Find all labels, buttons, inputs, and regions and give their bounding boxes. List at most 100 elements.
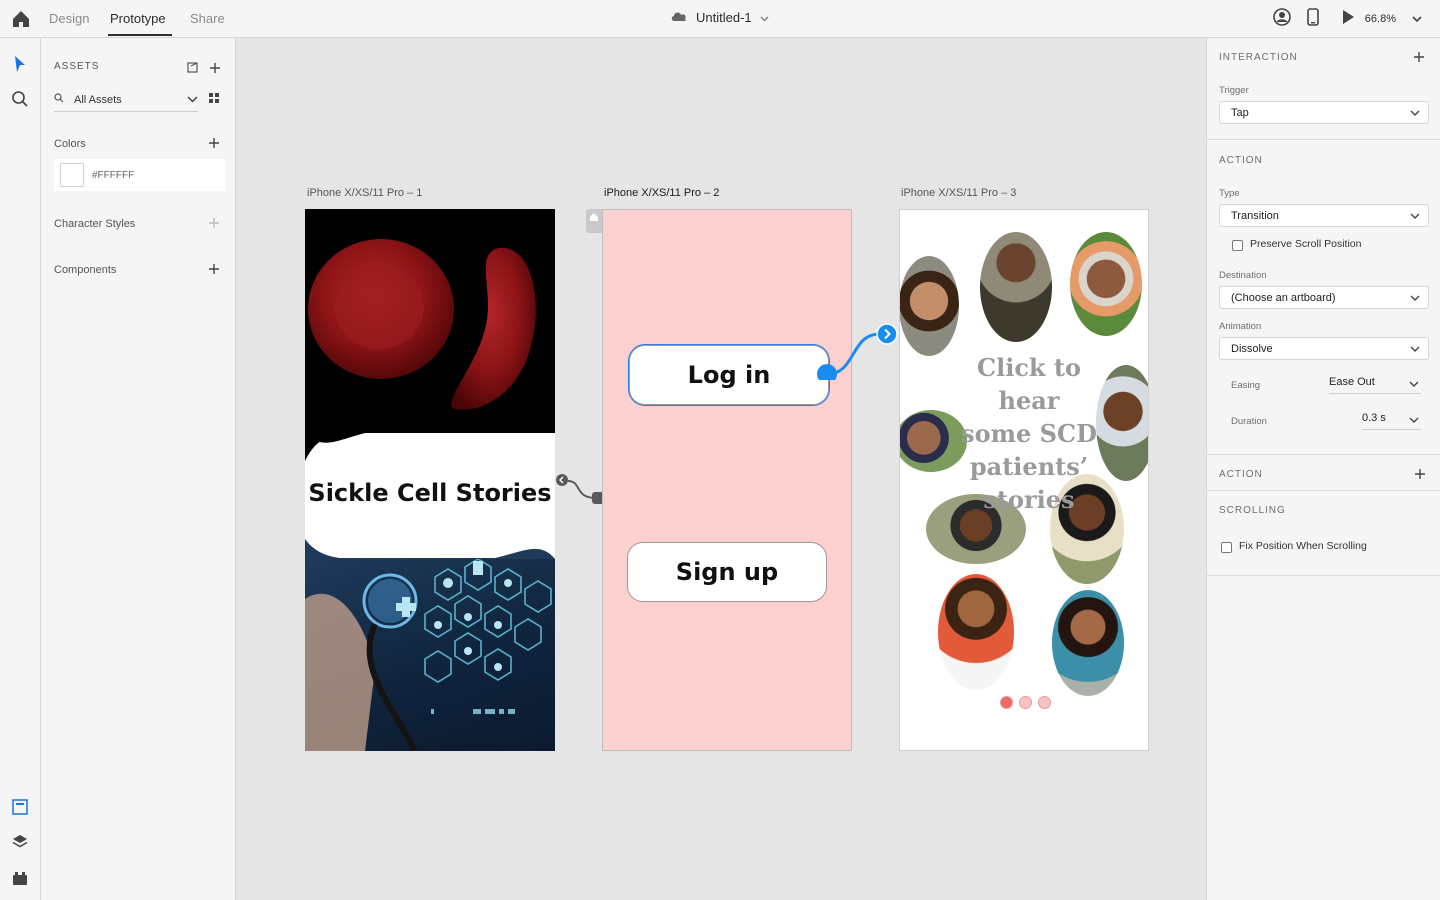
device-preview-icon[interactable] — [1306, 7, 1319, 31]
type-label: Type — [1219, 188, 1240, 199]
canvas[interactable]: iPhone X/XS/11 Pro – 1 iPhone X/XS/11 Pr… — [236, 38, 1206, 900]
patient-photo-girl-book[interactable] — [938, 574, 1014, 690]
layers-icon[interactable] — [10, 832, 30, 852]
top-bar: Design Prototype Share Untitled-1 66.8% — [0, 0, 1440, 38]
destination-dropdown[interactable]: (Choose an artboard) — [1219, 286, 1429, 309]
home-icon[interactable] — [10, 8, 32, 30]
duration-value: 0.3 s — [1362, 412, 1386, 424]
color-asset-row[interactable]: #FFFFFF — [54, 159, 225, 191]
sign-up-button[interactable]: Sign up — [627, 542, 827, 602]
chevron-down-icon — [187, 94, 198, 106]
search-icon — [54, 93, 64, 106]
patient-photo-older-woman[interactable] — [1070, 232, 1142, 336]
action-section-title: ACTION — [1219, 155, 1263, 166]
assets-filter[interactable]: All Assets — [54, 88, 198, 112]
add-color-icon[interactable] — [208, 136, 220, 148]
tab-prototype[interactable]: Prototype — [110, 11, 166, 26]
patient-photo-woman-jacket[interactable] — [1052, 590, 1124, 696]
duration-dropdown[interactable]: 0.3 s — [1362, 412, 1421, 430]
active-tab-indicator — [108, 34, 172, 36]
home-artboard-marker[interactable] — [586, 209, 602, 233]
add-character-style-icon[interactable] — [208, 216, 220, 228]
play-icon[interactable] — [1341, 9, 1355, 30]
easing-label: Easing — [1231, 380, 1261, 391]
easing-value: Ease Out — [1329, 376, 1375, 388]
tab-share[interactable]: Share — [190, 11, 225, 26]
log-in-button[interactable]: Log in — [628, 344, 830, 406]
red-blood-cells-image — [308, 239, 536, 410]
add-interaction-icon[interactable] — [1413, 50, 1425, 68]
artboard-3-label[interactable]: iPhone X/XS/11 Pro – 3 — [901, 187, 1016, 199]
divider — [1207, 490, 1440, 491]
headline-line-4: stories — [983, 485, 1075, 514]
divider — [1207, 139, 1440, 140]
divider — [1207, 575, 1440, 576]
patient-photo-girl[interactable] — [900, 256, 959, 356]
animation-label: Animation — [1219, 321, 1262, 332]
fix-position-checkbox[interactable] — [1221, 542, 1232, 553]
assets-library-icon[interactable] — [187, 61, 199, 73]
pager-dot-2[interactable] — [1019, 696, 1032, 709]
chevron-down-icon — [1410, 211, 1420, 221]
action2-section-title: ACTION — [1219, 469, 1263, 480]
user-icon[interactable] — [1272, 7, 1291, 31]
type-value: Transition — [1231, 209, 1279, 222]
divider — [1207, 454, 1440, 455]
pager-dot-3[interactable] — [1038, 696, 1051, 709]
easing-dropdown[interactable]: Ease Out — [1329, 376, 1421, 394]
headline-line-3: patients’ — [969, 452, 1089, 481]
zoom-tool-icon[interactable] — [10, 89, 30, 109]
assets-header: ASSETS — [54, 61, 100, 72]
pager-dot-1[interactable] — [1000, 696, 1013, 709]
artboard-1[interactable]: Sickle Cell Stories — [305, 209, 555, 751]
add-component-icon[interactable] — [208, 262, 220, 274]
artboard-2-label[interactable]: iPhone X/XS/11 Pro – 2 — [604, 187, 719, 199]
chevron-down-icon — [760, 10, 769, 25]
chevron-down-icon — [1409, 415, 1419, 428]
headline-line-2: some SCD — [961, 419, 1097, 448]
animation-value: Dissolve — [1231, 342, 1273, 355]
property-inspector: INTERACTION Trigger Tap ACTION Type Tran… — [1206, 38, 1440, 900]
document-title[interactable]: Untitled-1 — [670, 10, 769, 25]
preserve-scroll-checkbox[interactable] — [1232, 240, 1243, 251]
app-title: Sickle Cell Stories — [308, 479, 552, 507]
destination-label: Destination — [1219, 270, 1267, 281]
home-icon — [590, 213, 598, 221]
patient-photo-man-camera[interactable] — [980, 232, 1052, 342]
plugins-icon[interactable] — [10, 868, 30, 888]
scrolling-section-title: SCROLLING — [1219, 505, 1286, 516]
assets-filter-value: All Assets — [74, 93, 122, 106]
artboard-3[interactable]: Click to hear some SCD patients’ stories — [899, 209, 1149, 751]
assets-panel-icon[interactable] — [10, 797, 30, 817]
color-hex-value: #FFFFFF — [92, 169, 135, 181]
zoom-level[interactable]: 66.8% — [1365, 13, 1396, 25]
chevron-down-icon — [1410, 344, 1420, 354]
zoom-chevron-down-icon[interactable] — [1412, 10, 1422, 28]
preserve-scroll-label: Preserve Scroll Position — [1250, 238, 1362, 250]
tool-rail — [0, 38, 41, 900]
artboard-1-label[interactable]: iPhone X/XS/11 Pro – 1 — [307, 187, 422, 199]
trigger-label: Trigger — [1219, 85, 1249, 96]
medical-hexagon-image — [305, 558, 555, 751]
destination-value: (Choose an artboard) — [1231, 291, 1336, 304]
document-title-text: Untitled-1 — [696, 10, 752, 25]
type-dropdown[interactable]: Transition — [1219, 204, 1429, 227]
add-action-icon[interactable] — [1414, 467, 1426, 485]
hexagon-illustration — [305, 558, 552, 751]
character-styles-label: Character Styles — [54, 218, 136, 230]
tab-design[interactable]: Design — [49, 11, 89, 26]
add-asset-icon[interactable] — [209, 61, 221, 73]
trigger-dropdown[interactable]: Tap — [1219, 101, 1429, 124]
animation-dropdown[interactable]: Dissolve — [1219, 337, 1429, 360]
topbar-right-controls: 66.8% — [1272, 7, 1422, 31]
prototype-wire[interactable] — [816, 320, 906, 380]
interaction-section-title: INTERACTION — [1219, 52, 1298, 63]
select-tool-icon[interactable] — [10, 54, 30, 74]
headline: Click to hear some SCD patients’ stories — [944, 351, 1114, 516]
grid-view-icon[interactable] — [208, 91, 220, 103]
colors-section-label: Colors — [54, 138, 86, 150]
components-label: Components — [54, 264, 117, 276]
chevron-down-icon — [1409, 379, 1419, 392]
chevron-down-icon — [1410, 108, 1420, 118]
artboard-2[interactable]: Log in Sign up — [602, 209, 852, 751]
